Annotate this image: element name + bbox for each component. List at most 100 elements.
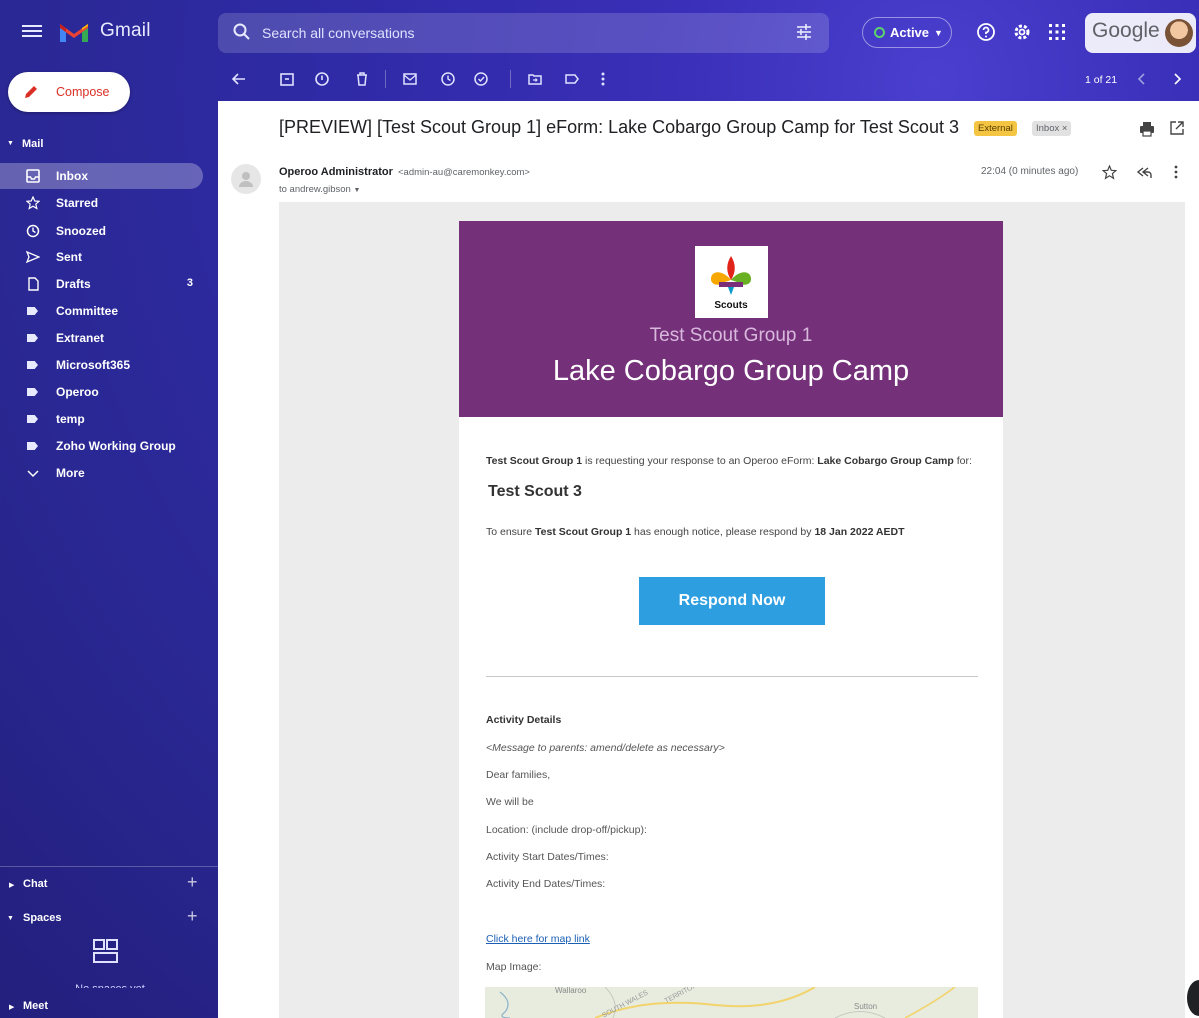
notice-prefix: To ensure bbox=[486, 526, 533, 538]
inbox-label-chip[interactable]: Inbox × bbox=[1032, 121, 1072, 136]
sidebar-item-snoozed[interactable]: Snoozed bbox=[0, 218, 203, 244]
chat-heading[interactable]: Chat bbox=[23, 878, 47, 890]
new-space-plus-icon[interactable]: + bbox=[187, 906, 198, 927]
more-options-icon[interactable] bbox=[1172, 164, 1180, 180]
sidebar-item-label: Sent bbox=[56, 250, 83, 264]
settings-gear-icon[interactable] bbox=[1012, 22, 1032, 42]
person-icon bbox=[239, 172, 253, 187]
map-label: Wallaroo bbox=[555, 987, 587, 995]
sidebar-item-label: Drafts bbox=[56, 277, 91, 291]
group-name-inline: Test Scout Group 1 bbox=[535, 526, 632, 538]
gmail-wordmark: Gmail bbox=[100, 20, 151, 41]
email-subject: [PREVIEW] [Test Scout Group 1] eForm: La… bbox=[279, 117, 959, 137]
star-icon bbox=[26, 196, 40, 210]
mail-heading: Mail bbox=[22, 138, 44, 150]
sidebar-divider bbox=[0, 866, 218, 867]
avatar[interactable] bbox=[1165, 19, 1193, 47]
apps-grid-icon[interactable] bbox=[1048, 23, 1066, 41]
move-to-icon[interactable] bbox=[527, 71, 543, 87]
meet-heading[interactable]: Meet bbox=[23, 1000, 48, 1012]
open-in-new-window-icon[interactable] bbox=[1170, 121, 1184, 135]
sender-email: <admin-au@caremonkey.com> bbox=[398, 167, 530, 178]
mark-unread-icon[interactable] bbox=[402, 71, 418, 87]
sidebar-item-committee[interactable]: Committee bbox=[0, 298, 203, 324]
print-icon[interactable] bbox=[1139, 121, 1155, 137]
main-menu-icon[interactable] bbox=[22, 22, 42, 42]
camp-title: Lake Cobargo Group Camp bbox=[552, 355, 910, 387]
recipient-details-caret-icon[interactable]: ▼ bbox=[353, 187, 360, 194]
search-icon[interactable] bbox=[232, 22, 252, 42]
sidebar-item-drafts[interactable]: Drafts 3 bbox=[0, 271, 203, 297]
map-image-label: Map Image: bbox=[486, 961, 542, 973]
map-link[interactable]: Click here for map link bbox=[486, 933, 590, 945]
detail-line: We will be bbox=[486, 796, 534, 808]
sidebar-item-label: Extranet bbox=[56, 331, 105, 345]
label-icon bbox=[27, 415, 38, 423]
sidebar-item-temp[interactable]: temp bbox=[0, 406, 203, 432]
sidebar-item-more[interactable]: More bbox=[0, 460, 203, 486]
map-label: Sutton bbox=[854, 1002, 878, 1011]
collapse-spaces-icon[interactable]: ▼ bbox=[7, 915, 14, 922]
group-name-inline: Test Scout Group 1 bbox=[486, 455, 583, 467]
chevron-down-icon bbox=[27, 470, 39, 478]
gmail-logo-icon[interactable] bbox=[58, 20, 90, 44]
collapse-mail-icon[interactable]: ▼ bbox=[7, 140, 14, 147]
notice-text: To ensure Test Scout Group 1 has enough … bbox=[486, 526, 905, 538]
sidebar-item-label: Zoho Working Group bbox=[56, 439, 176, 453]
label-icon bbox=[27, 442, 38, 450]
newer-chevron-icon[interactable] bbox=[1137, 73, 1147, 85]
compose-label: Compose bbox=[56, 85, 110, 99]
star-icon[interactable] bbox=[1102, 165, 1117, 180]
camp-name-inline: Lake Cobargo Group Camp bbox=[817, 455, 954, 467]
sidebar-item-extranet[interactable]: Extranet bbox=[0, 325, 203, 351]
trash-icon[interactable] bbox=[354, 71, 370, 87]
scouts-fleur-de-lis-icon: Scouts bbox=[710, 256, 752, 311]
detail-line: <Message to parents: amend/delete as nec… bbox=[486, 742, 725, 754]
add-task-icon[interactable] bbox=[474, 71, 490, 87]
older-chevron-icon[interactable] bbox=[1172, 73, 1182, 85]
external-label-chip: External bbox=[974, 121, 1017, 136]
activity-details-heading: Activity Details bbox=[486, 714, 562, 726]
map-image: Wallaroo SOUTH WALES TERRITORY Sutton bbox=[485, 987, 978, 1018]
report-spam-icon[interactable] bbox=[314, 71, 330, 87]
snooze-icon[interactable] bbox=[440, 71, 456, 87]
sidebar-item-label: Operoo bbox=[56, 385, 99, 399]
sidebar-item-microsoft365[interactable]: Microsoft365 bbox=[0, 352, 203, 378]
search-input[interactable] bbox=[262, 14, 762, 52]
spaces-empty-text: No spaces yet bbox=[40, 978, 180, 988]
scout-name: Test Scout 3 bbox=[488, 483, 582, 500]
label-as-icon[interactable] bbox=[564, 71, 580, 87]
reply-all-icon[interactable] bbox=[1136, 166, 1152, 180]
more-actions-icon[interactable] bbox=[600, 71, 606, 87]
search-options-icon[interactable] bbox=[794, 22, 814, 42]
archive-icon[interactable] bbox=[279, 71, 295, 87]
respond-now-button[interactable]: Respond Now bbox=[639, 577, 825, 625]
sidebar-item-operoo[interactable]: Operoo bbox=[0, 379, 203, 405]
expand-chat-icon[interactable]: ▶ bbox=[9, 881, 14, 889]
sidebar-item-label: More bbox=[56, 466, 85, 480]
inbox-icon bbox=[26, 169, 40, 183]
request-suffix: for: bbox=[956, 455, 972, 467]
recipient-line[interactable]: to andrew.gibson ▼ bbox=[279, 184, 360, 195]
clock-icon bbox=[26, 224, 40, 238]
new-chat-plus-icon[interactable]: + bbox=[187, 872, 198, 893]
sender-avatar[interactable] bbox=[231, 164, 261, 194]
back-arrow-icon[interactable] bbox=[231, 71, 247, 87]
help-icon[interactable] bbox=[976, 22, 996, 42]
sidebar-item-starred[interactable]: Starred bbox=[0, 190, 203, 216]
notice-middle: has enough notice, please respond by bbox=[634, 526, 812, 538]
status-label: Active bbox=[890, 25, 930, 40]
sidebar-item-zoho-working-group[interactable]: Zoho Working Group bbox=[0, 433, 203, 459]
sidebar-item-inbox[interactable]: Inbox bbox=[0, 163, 203, 189]
spaces-heading[interactable]: Spaces bbox=[23, 912, 62, 924]
sender-name[interactable]: Operoo Administrator bbox=[279, 166, 393, 178]
sidebar-item-sent[interactable]: Sent bbox=[0, 244, 203, 270]
pencil-icon bbox=[25, 86, 37, 98]
send-icon bbox=[26, 250, 40, 264]
active-status-icon bbox=[874, 27, 885, 38]
recipient-text: to andrew.gibson bbox=[279, 184, 351, 195]
sidebar-item-label: Snoozed bbox=[56, 224, 106, 238]
toolbar-divider bbox=[510, 70, 511, 88]
section-divider bbox=[486, 676, 978, 677]
expand-meet-icon[interactable]: ▶ bbox=[9, 1003, 14, 1011]
